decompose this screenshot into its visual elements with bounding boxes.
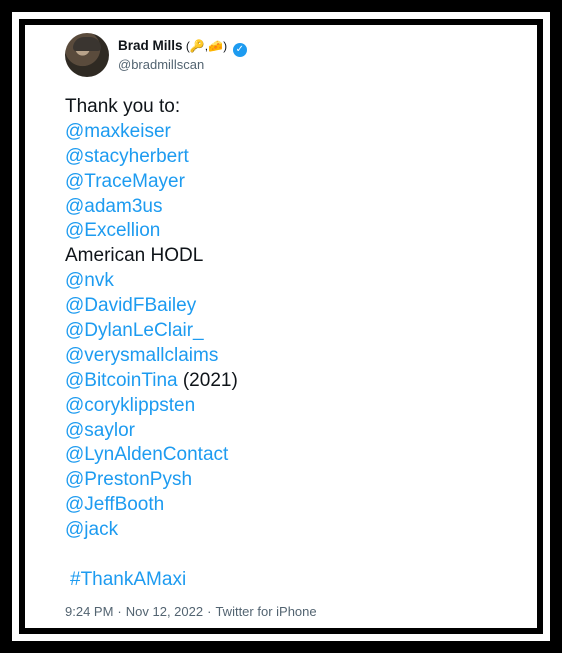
tweet-line: @JeffBooth (65, 493, 238, 518)
author-handle[interactable]: @bradmillscan (118, 57, 204, 72)
tweet-line: @maxkeiser (65, 120, 238, 145)
mention-link[interactable]: @stacyherbert (65, 146, 189, 167)
author-display-name[interactable]: Brad Mills (118, 38, 183, 53)
mention-link[interactable]: @maxkeiser (65, 121, 171, 142)
tweet-line: @LynAldenContact (65, 443, 238, 468)
tweet-line: @adam3us (65, 195, 238, 220)
mention-list: @maxkeiser @stacyherbert @TraceMayer @adam3… (65, 120, 238, 543)
mention-link[interactable]: @jack (65, 519, 118, 540)
mention-link[interactable]: @Excellion (65, 220, 160, 241)
verified-badge-icon: ✓ (232, 43, 247, 57)
mention-link[interactable]: @adam3us (65, 196, 162, 217)
tweet-line: @saylor (65, 419, 238, 444)
tweet-card: Brad Mills (🔑,🧀) ✓ @bradmillscan Thank y… (25, 25, 537, 628)
mention-note: (2021) (177, 369, 238, 391)
tweet-source[interactable]: Twitter for iPhone (215, 604, 316, 619)
mention-link[interactable]: @DavidFBailey (65, 295, 196, 316)
tweet-line: @nvk (65, 269, 238, 294)
tweet-date[interactable]: Nov 12, 2022 (126, 604, 203, 619)
tweet-line: @DavidFBailey (65, 294, 238, 319)
mention-link[interactable]: @JeffBooth (65, 494, 164, 515)
mention-link[interactable]: @TraceMayer (65, 171, 185, 192)
tweet-line: @BitcoinTina (2021) (65, 369, 238, 394)
mention-link[interactable]: @saylor (65, 420, 135, 441)
tweet-line: American HODL (65, 244, 238, 269)
tweet-line: @jack (65, 518, 238, 543)
tweet-line: @verysmallclaims (65, 344, 238, 369)
tweet-time[interactable]: 9:24 PM (65, 604, 113, 619)
author-name-row[interactable]: Brad Mills (🔑,🧀) ✓ (118, 38, 247, 57)
avatar-image (73, 37, 101, 51)
tweet-body: Thank you to: @maxkeiser @stacyherbert @Tr… (65, 95, 238, 593)
mention-link[interactable]: @PrestonPysh (65, 469, 192, 490)
tweet-line: @DylanLeClair_ (65, 319, 238, 344)
mention-link[interactable]: @LynAldenContact (65, 444, 228, 465)
meta-separator: · (207, 604, 212, 619)
mention-link[interactable]: @verysmallclaims (65, 345, 218, 366)
plain-text: American HODL (65, 245, 204, 267)
avatar[interactable] (65, 33, 109, 77)
hashtag-line: #ThankAMaxi (65, 568, 238, 593)
mention-link[interactable]: @coryklippsten (65, 395, 195, 416)
hashtag-link[interactable]: #ThankAMaxi (70, 569, 186, 590)
tweet-line: @Excellion (65, 219, 238, 244)
tweet-line: @coryklippsten (65, 394, 238, 419)
author-name-emoji: (🔑,🧀) (182, 39, 228, 53)
tweet-meta: 9:24 PM · Nov 12, 2022 · Twitter for iPhone (65, 604, 317, 619)
meta-separator: · (117, 604, 122, 619)
tweet-line: @TraceMayer (65, 170, 238, 195)
mention-link[interactable]: @nvk (65, 270, 114, 291)
mention-link[interactable]: @BitcoinTina (65, 370, 178, 391)
mention-link[interactable]: @DylanLeClair_ (65, 320, 204, 341)
tweet-line: @PrestonPysh (65, 468, 238, 493)
tweet-intro: Thank you to: (65, 96, 181, 117)
tweet-line: @stacyherbert (65, 145, 238, 170)
